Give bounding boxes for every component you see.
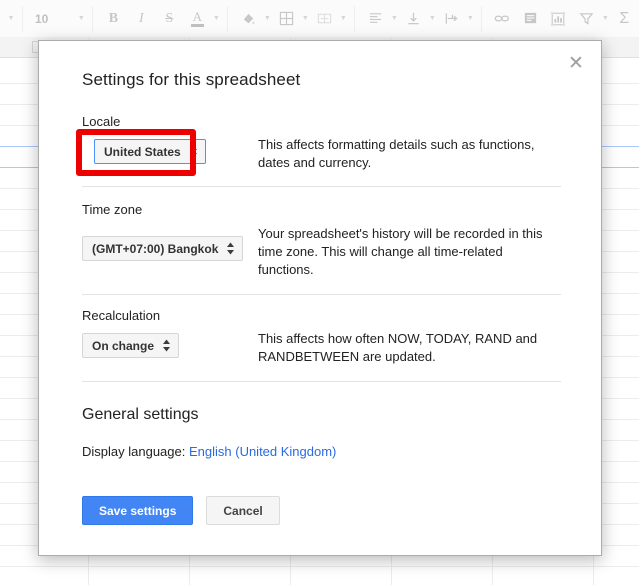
settings-dialog: ✕ Settings for this spreadsheet Locale U… [38, 40, 602, 556]
display-language-link[interactable]: English (United Kingdom) [189, 444, 336, 459]
display-language-row: Display language: English (United Kingdo… [82, 444, 336, 459]
timezone-label: Time zone [82, 202, 143, 217]
recalculation-select[interactable]: On change [82, 333, 180, 358]
general-settings-title: General settings [82, 406, 199, 423]
timezone-select-control[interactable]: (GMT+07:00) Bangkok [82, 236, 244, 261]
locale-description: This affects formatting details such as … [258, 137, 535, 170]
close-icon[interactable]: ✕ [564, 51, 588, 75]
cancel-button[interactable]: Cancel [206, 496, 280, 525]
recalculation-description: This affects how often NOW, TODAY, RAND … [258, 331, 538, 364]
locale-highlight-box [76, 129, 196, 176]
display-language-label: Display language: [82, 444, 186, 459]
recalculation-select-value: On change [92, 338, 155, 353]
timezone-description: Your spreadsheet's history will be recor… [258, 226, 543, 277]
select-updown-arrows-icon [162, 339, 171, 352]
recalculation-label: Recalculation [82, 308, 161, 323]
save-settings-button[interactable]: Save settings [82, 496, 194, 525]
divider-locale [82, 186, 561, 187]
locale-label: Locale [82, 114, 121, 129]
recalculation-select-control[interactable]: On change [82, 333, 180, 358]
spreadsheet-settings-screen: ▼ 10 ▼ B I S A ▼ ▼ ▼ ▼ ▼ ▼ ▼ ▼ Σ ✕ Setti… [0, 0, 639, 585]
timezone-select-value: (GMT+07:00) Bangkok [92, 241, 219, 256]
select-updown-arrows-icon [226, 242, 235, 255]
dialog-title: Settings for this spreadsheet [82, 70, 301, 89]
divider-recalculation [82, 381, 561, 382]
divider-timezone [82, 294, 561, 295]
timezone-select[interactable]: (GMT+07:00) Bangkok [82, 236, 244, 261]
dialog-actions: Save settings Cancel [82, 496, 280, 525]
